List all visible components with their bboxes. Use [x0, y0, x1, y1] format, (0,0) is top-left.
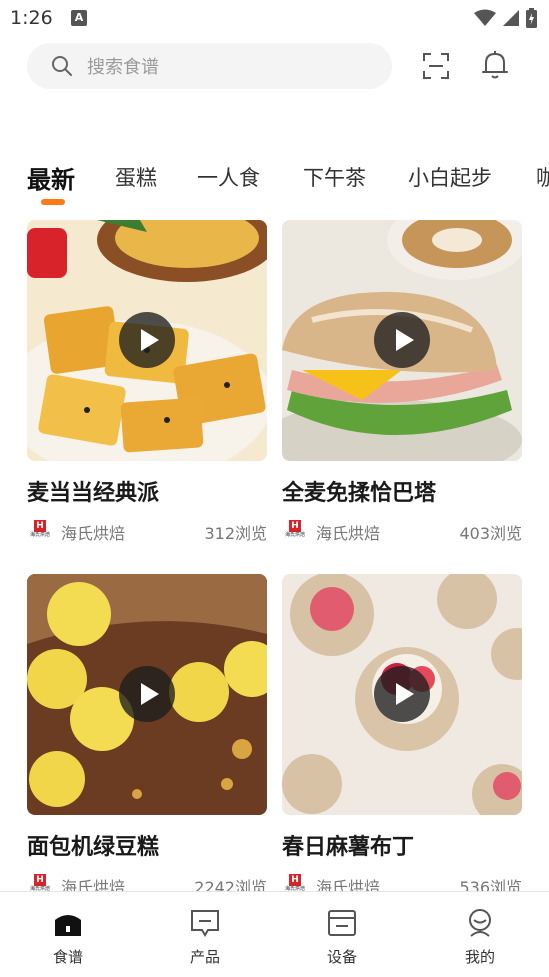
nav-label: 我的: [464, 948, 495, 966]
tab-cake[interactable]: 蛋糕: [115, 162, 157, 192]
active-tab-indicator: [41, 199, 65, 205]
search-placeholder: 搜索食谱: [87, 57, 159, 78]
bottom-nav: 食谱 产品 设备 我的: [0, 891, 549, 977]
tab-latest[interactable]: 最新: [27, 160, 75, 195]
product-chat-icon: [191, 910, 219, 937]
author-logo: H 海氏烘焙: [29, 520, 50, 538]
author-name[interactable]: 海氏烘焙: [61, 520, 125, 544]
category-tabs: 最新 蛋糕 一人食 下午茶 小白起步 咖: [0, 158, 549, 208]
status-time: 1:26: [10, 7, 53, 29]
search-icon: [52, 56, 72, 76]
play-icon[interactable]: [374, 312, 430, 368]
bell-icon[interactable]: [481, 50, 509, 80]
view-count: 403浏览: [459, 524, 522, 543]
mung-bean-cake-photo[interactable]: [27, 574, 267, 815]
status-bar: 1:26 A: [0, 0, 549, 36]
wifi-icon: [474, 9, 496, 26]
tab-solo-meal[interactable]: 一人食: [197, 162, 260, 192]
signal-icon: [503, 10, 519, 26]
recipe-card[interactable]: 麦当当经典派 H 海氏烘焙 海氏烘焙 312浏览: [27, 220, 267, 543]
profile-person-icon: [469, 909, 491, 937]
tab-afternoon-tea[interactable]: 下午茶: [303, 162, 366, 192]
nav-devices[interactable]: 设备: [297, 892, 387, 977]
baked-pastry-photo[interactable]: [27, 220, 267, 461]
nav-profile[interactable]: 我的: [435, 892, 525, 977]
nav-label: 食谱: [52, 948, 83, 966]
recipe-title: 麦当当经典派: [27, 481, 160, 506]
nav-label: 设备: [326, 948, 357, 966]
author-name[interactable]: 海氏烘焙: [316, 520, 380, 544]
tab-beginner[interactable]: 小白起步: [408, 162, 492, 192]
recipe-card[interactable]: 春日麻薯布丁 H 海氏烘焙 海氏烘焙 536浏览: [282, 574, 522, 897]
status-icons: [474, 8, 537, 28]
recipe-title: 全麦免揉恰巴塔: [282, 481, 437, 506]
author-logo: H 海氏烘焙: [284, 520, 305, 538]
scan-icon[interactable]: [422, 52, 450, 80]
nav-products[interactable]: 产品: [160, 892, 250, 977]
recipe-title: 面包机绿豆糕: [27, 835, 160, 860]
search-input[interactable]: 搜索食谱: [27, 43, 392, 89]
tab-coffee[interactable]: 咖: [536, 162, 549, 192]
recipe-card[interactable]: 全麦免揉恰巴塔 H 海氏烘焙 海氏烘焙 403浏览: [282, 220, 522, 543]
view-count: 312浏览: [204, 524, 267, 543]
ciabatta-sandwich-photo[interactable]: [282, 220, 522, 461]
notification-app-icon: A: [71, 10, 87, 26]
play-icon[interactable]: [119, 312, 175, 368]
recipe-card[interactable]: 面包机绿豆糕 H 海氏烘焙 海氏烘焙 2242浏览: [27, 574, 267, 897]
play-icon[interactable]: [374, 666, 430, 722]
nav-recipes[interactable]: 食谱: [23, 892, 113, 977]
play-icon[interactable]: [119, 666, 175, 722]
device-oven-icon: [328, 910, 356, 936]
recipe-title: 春日麻薯布丁: [282, 835, 415, 860]
battery-icon: [526, 8, 537, 28]
mochi-pudding-photo[interactable]: [282, 574, 522, 815]
nav-label: 产品: [189, 948, 220, 966]
recipe-house-icon: [55, 915, 81, 936]
